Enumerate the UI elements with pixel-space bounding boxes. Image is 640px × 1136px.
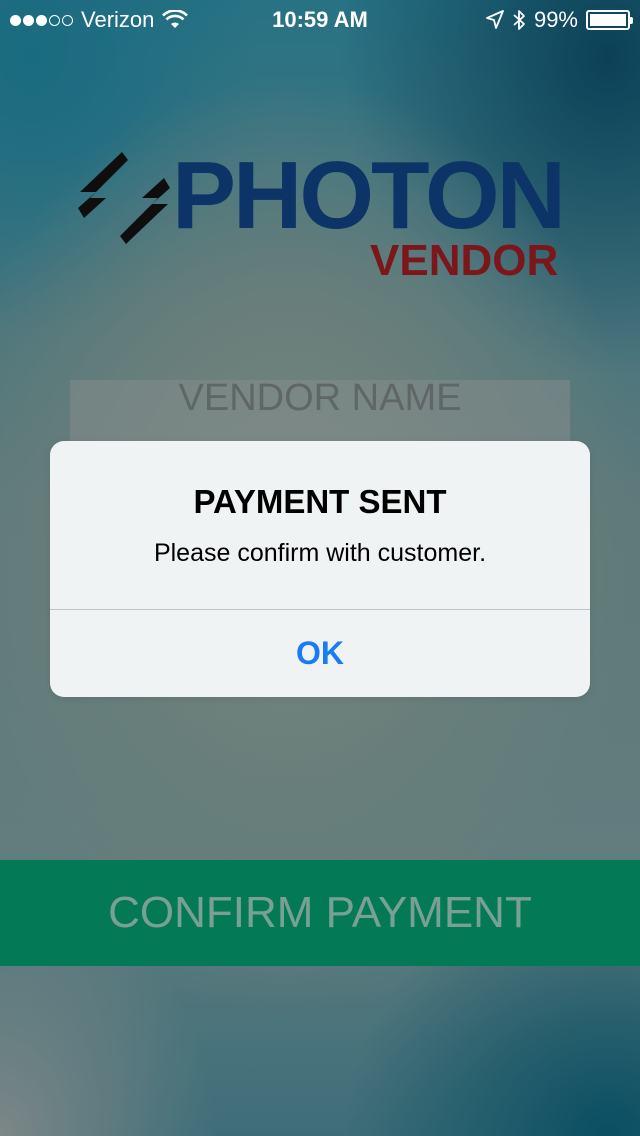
status-right: 99% [486,7,633,33]
signal-dot [23,14,34,26]
signal-dot [10,14,21,26]
payment-sent-alert: PAYMENT SENT Please confirm with custome… [50,441,590,697]
battery-fill [590,14,626,26]
status-left: Verizon [10,7,189,33]
wifi-icon [162,10,189,28]
location-icon [486,10,504,29]
battery-icon [586,10,633,30]
status-time: 10:59 AM [272,7,368,32]
battery-percent: 99% [533,7,578,32]
carrier-name: Verizon [81,7,155,32]
bluetooth-icon [513,10,525,30]
signal-dot [49,14,60,26]
status-bar: Verizon 10:59 AM 99% [0,0,640,40]
alert-message: Please confirm with customer. [153,539,487,567]
alert-ok-button[interactable]: OK [50,610,590,697]
signal-strength-icon [10,14,73,26]
alert-title: PAYMENT SENT [193,483,447,520]
signal-dot [62,14,73,26]
signal-dot [36,14,47,26]
